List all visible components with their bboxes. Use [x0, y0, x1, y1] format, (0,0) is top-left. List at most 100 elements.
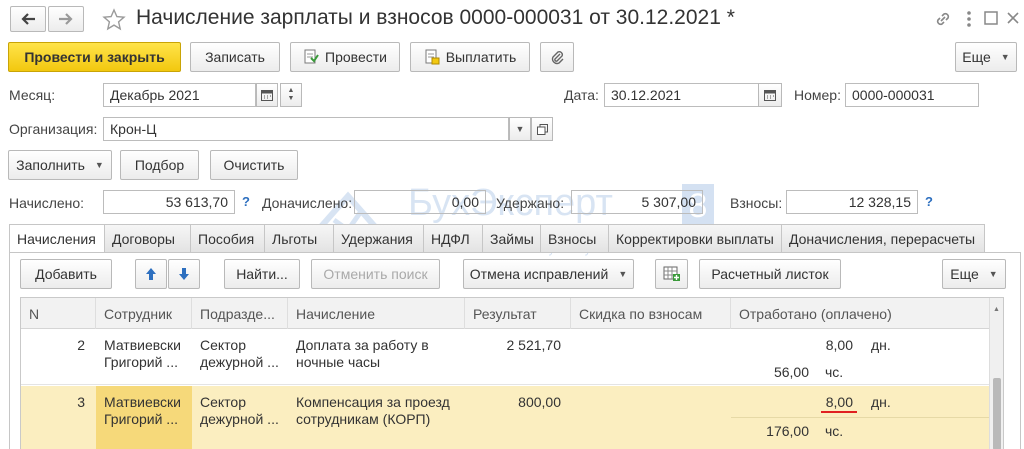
accrued-help-icon[interactable]: ?	[242, 194, 250, 209]
pay-button[interactable]: Выплатить	[410, 42, 530, 72]
save-button[interactable]: Записать	[190, 42, 280, 72]
worked-hours-cell: 56,00	[773, 364, 809, 380]
calendar-button[interactable]	[256, 83, 278, 107]
vertical-scrollbar[interactable]: ▲	[989, 298, 1003, 449]
row-number: 2	[77, 337, 85, 353]
accrual-line: ночные часы	[296, 354, 381, 370]
contributions-value: 12 328,15	[786, 190, 918, 214]
worked-days-unit: дн.	[871, 337, 891, 353]
date-calendar-button[interactable]	[758, 83, 782, 107]
close-icon[interactable]	[1006, 11, 1020, 25]
tab-loans[interactable]: Займы	[483, 224, 541, 253]
fill-button[interactable]: Заполнить ▼	[8, 150, 112, 180]
accrued-value: 53 613,70	[103, 190, 235, 214]
tab-contracts[interactable]: Договоры	[105, 224, 191, 253]
arrow-right-icon	[59, 13, 73, 25]
department-cell: Сектор дежурной ...	[200, 337, 288, 371]
employee-cell: Матвиевски Григорий ...	[104, 337, 192, 371]
table-row-selected[interactable]: 3 Матвиевски Григорий ... Сектор дежурно…	[21, 386, 991, 449]
attach-button[interactable]	[540, 42, 574, 72]
row-number: 3	[77, 394, 85, 410]
undo-corrections-button[interactable]: Отмена исправлений ▼	[463, 259, 634, 289]
more-vertical-icon[interactable]	[966, 10, 972, 28]
organization-field[interactable]: Крон-Ц	[103, 117, 509, 141]
post-button-label: Провести	[325, 49, 387, 65]
tab-recalculations[interactable]: Доначисления, перерасчеты	[782, 224, 985, 253]
table-settings-button[interactable]	[655, 259, 688, 289]
tab-benefits[interactable]: Пособия	[191, 224, 265, 253]
arrow-left-icon	[21, 13, 35, 25]
department-line: Сектор	[200, 394, 247, 410]
worked-hours-cell: 176,00	[766, 423, 809, 439]
tab-deductions[interactable]: Удержания	[334, 224, 424, 253]
worked-days-cell[interactable]: 8,00	[731, 394, 853, 411]
post-button[interactable]: Провести	[290, 42, 400, 72]
calendar-icon	[764, 90, 776, 101]
grid-more-label: Еще	[950, 266, 979, 282]
tab-accruals[interactable]: Начисления	[9, 224, 105, 253]
accrued-label: Начислено:	[9, 195, 85, 211]
date-field[interactable]: 30.12.2021	[604, 83, 759, 107]
scroll-up-icon[interactable]: ▲	[993, 306, 1000, 313]
table-header: N Сотрудник Подразде... Начисление Резул…	[21, 298, 991, 329]
undo-corrections-label: Отмена исправлений	[469, 266, 609, 282]
maximize-icon[interactable]	[984, 11, 998, 25]
select-button[interactable]: Подбор	[120, 150, 199, 180]
column-header-discount[interactable]: Скидка по взносам	[571, 298, 731, 329]
department-line: дежурной ...	[200, 411, 279, 427]
accrual-line: Доплата за работу в	[296, 337, 429, 353]
withheld-label: Удержано:	[496, 195, 565, 211]
employee-name-line: Григорий ...	[104, 411, 178, 427]
add-row-button[interactable]: Добавить	[20, 259, 112, 289]
tab-ndfl[interactable]: НДФЛ	[424, 224, 483, 253]
column-header-accrual[interactable]: Начисление	[288, 298, 465, 329]
clear-button[interactable]: Очистить	[210, 150, 298, 180]
more-button[interactable]: Еще ▼	[955, 42, 1017, 72]
column-header-employee[interactable]: Сотрудник	[96, 298, 192, 329]
accrual-line: сотрудникам (КОРП)	[296, 411, 431, 427]
payslip-button[interactable]: Расчетный листок	[699, 259, 841, 289]
star-icon[interactable]	[102, 8, 126, 32]
tab-contributions[interactable]: Взносы	[541, 224, 609, 253]
fill-button-label: Заполнить	[16, 157, 85, 173]
stepper-up-icon: ▲	[287, 87, 295, 94]
column-header-department[interactable]: Подразде...	[192, 298, 288, 329]
organization-label: Организация:	[9, 121, 98, 137]
move-up-button[interactable]	[135, 259, 167, 289]
column-header-worked[interactable]: Отработано (оплачено)	[731, 298, 991, 329]
column-header-n[interactable]: N	[21, 298, 96, 329]
cancel-search-button[interactable]: Отменить поиск	[311, 259, 440, 289]
department-line: дежурной ...	[200, 354, 279, 370]
organization-dropdown-button[interactable]: ▼	[509, 117, 531, 141]
forward-button[interactable]	[48, 6, 84, 32]
tab-payment-corrections[interactable]: Корректировки выплаты	[609, 224, 782, 253]
tab-bar: Начисления Договоры Пособия Льготы Удерж…	[9, 224, 985, 253]
link-icon[interactable]	[934, 10, 952, 28]
column-header-result[interactable]: Результат	[465, 298, 571, 329]
employee-cell: Матвиевски Григорий ...	[104, 394, 192, 428]
worked-hours-unit: чс.	[825, 364, 844, 380]
result-cell: 800,00	[518, 394, 561, 410]
payment-doc-icon	[425, 49, 440, 65]
month-field[interactable]: Декабрь 2021	[103, 83, 256, 107]
calendar-icon	[261, 90, 273, 101]
arrow-up-icon	[146, 268, 156, 280]
back-button[interactable]	[10, 6, 46, 32]
month-stepper[interactable]: ▲ ▼	[280, 83, 302, 107]
organization-open-button[interactable]	[531, 117, 553, 141]
contributions-help-icon[interactable]: ?	[925, 194, 933, 209]
tab-privileges[interactable]: Льготы	[265, 224, 334, 253]
accrual-cell: Компенсация за проезд сотрудникам (КОРП)	[296, 394, 465, 428]
find-button[interactable]: Найти...	[224, 259, 300, 289]
number-label: Номер:	[794, 87, 841, 103]
move-down-button[interactable]	[168, 259, 200, 289]
post-and-close-button[interactable]: Провести и закрыть	[8, 42, 181, 72]
scrollbar-thumb[interactable]	[993, 378, 1001, 449]
table-row[interactable]: 2 Матвиевски Григорий ... Сектор дежурно…	[21, 329, 991, 385]
number-field[interactable]: 0000-000031	[845, 83, 979, 107]
table-add-icon	[663, 266, 680, 281]
pay-button-label: Выплатить	[445, 49, 517, 65]
grid-more-button[interactable]: Еще ▼	[942, 259, 1006, 289]
window-title: Начисление зарплаты и взносов 0000-00003…	[136, 6, 735, 29]
worked-hours-unit: чс.	[825, 423, 844, 439]
